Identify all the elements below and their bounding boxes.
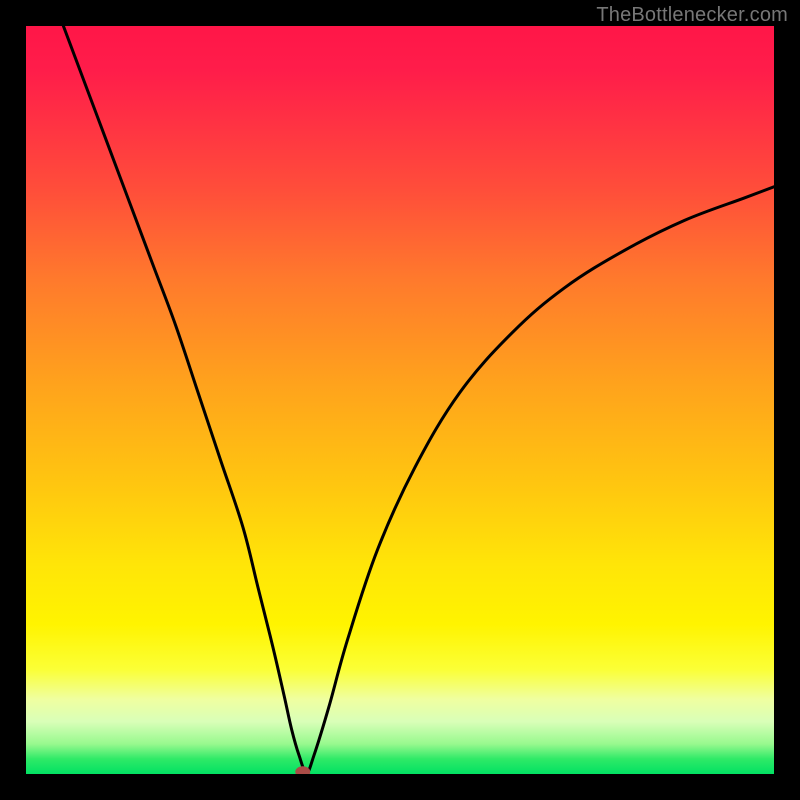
optimum-marker	[296, 767, 310, 774]
curve-svg	[26, 26, 774, 774]
chart-frame: TheBottlenecker.com	[0, 0, 800, 800]
watermark-text: TheBottlenecker.com	[596, 4, 788, 27]
plot-area	[26, 26, 774, 774]
bottleneck-curve	[63, 26, 774, 773]
